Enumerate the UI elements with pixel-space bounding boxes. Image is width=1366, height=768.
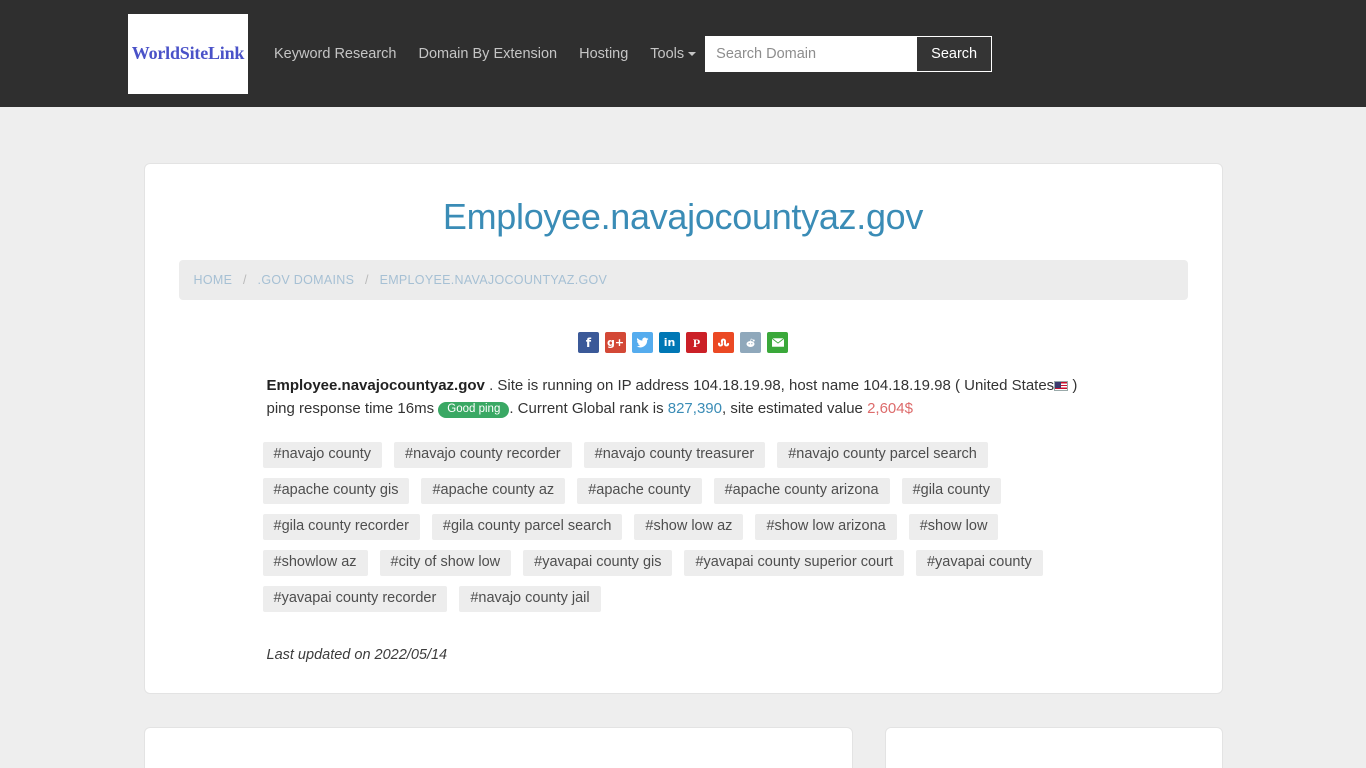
description-domain-name: Employee.navajocountyaz.gov <box>266 377 485 394</box>
breadcrumb-separator: / <box>365 273 369 287</box>
estimated-value: 2,604$ <box>867 399 913 417</box>
tag-item[interactable]: #yavapai county <box>915 550 1043 576</box>
tag-item[interactable]: #gila county parcel search <box>431 514 623 540</box>
tag-item[interactable]: #apache county az <box>421 478 566 504</box>
linkedin-share-icon[interactable]: in <box>659 332 680 353</box>
tag-item[interactable]: #navajo county parcel search <box>777 442 988 468</box>
secondary-card-right <box>885 727 1223 768</box>
breadcrumb-item-home[interactable]: HOME <box>194 273 233 287</box>
description-part-3: . Current Global rank is <box>509 399 668 417</box>
email-share-icon[interactable] <box>767 332 788 353</box>
nav-item-domain-by-extension[interactable]: Domain By Extension <box>419 46 558 62</box>
chevron-down-icon <box>688 51 697 56</box>
tag-item[interactable]: #yavapai county gis <box>523 550 673 576</box>
stumbleupon-glyph <box>718 338 730 346</box>
reddit-share-icon[interactable] <box>740 332 761 353</box>
tag-item[interactable]: #yavapai county superior court <box>684 550 904 576</box>
tag-item[interactable]: #gila county recorder <box>262 514 420 540</box>
description-part-1: . Site is running on IP address 104.18.1… <box>484 377 1055 394</box>
page-title: Employee.navajocountyaz.gov <box>442 196 924 237</box>
logo-text: WorldSiteLink <box>131 43 245 63</box>
global-rank-link[interactable]: 827,390 <box>668 400 722 417</box>
ping-status-badge: Good ping <box>438 401 510 418</box>
page-body: Employee.navajocountyaz.gov HOME / .GOV … <box>0 107 1366 768</box>
twitter-bird-glyph <box>636 337 649 348</box>
googleplus-share-icon[interactable]: g+ <box>605 332 626 353</box>
nav-item-hosting[interactable]: Hosting <box>579 46 628 62</box>
tag-item[interactable]: #navajo county recorder <box>394 442 572 468</box>
tag-item[interactable]: #show low arizona <box>755 514 897 540</box>
secondary-cards-row <box>143 727 1223 768</box>
site-header: WorldSiteLink Keyword Research Domain By… <box>0 0 1366 107</box>
nav-item-tools[interactable]: Tools <box>650 45 697 62</box>
tag-item[interactable]: #city of show low <box>379 550 512 576</box>
search-button[interactable]: Search <box>917 35 993 72</box>
reddit-alien-glyph <box>746 338 755 347</box>
search-input[interactable] <box>705 35 918 72</box>
secondary-card-left <box>143 727 854 768</box>
facebook-share-icon[interactable]: f <box>578 332 599 353</box>
nav-item-tools-label: Tools <box>650 45 685 62</box>
tag-item[interactable]: #navajo county treasurer <box>583 442 766 468</box>
keyword-tag-list: #navajo county #navajo county recorder #… <box>179 442 1188 612</box>
domain-description: Employee.navajocountyaz.gov . Site is ru… <box>179 375 1188 420</box>
stumbleupon-share-icon[interactable] <box>713 332 734 353</box>
tag-item[interactable]: #gila county <box>901 478 1001 504</box>
tag-item[interactable]: #show low <box>908 514 999 540</box>
tag-item[interactable]: #apache county gis <box>262 478 410 504</box>
tag-item[interactable]: #yavapai county recorder <box>262 586 448 612</box>
description-part-4: , site estimated value <box>721 399 868 417</box>
tag-item[interactable]: #showlow az <box>262 550 368 576</box>
nav-item-keyword-research[interactable]: Keyword Research <box>274 46 397 62</box>
social-share-bar: f g+ in P <box>179 332 1188 353</box>
tag-item[interactable]: #apache county <box>577 478 702 504</box>
domain-info-card: Employee.navajocountyaz.gov HOME / .GOV … <box>143 163 1223 694</box>
tag-item[interactable]: #navajo county jail <box>459 586 601 612</box>
breadcrumb-item-gov-domains[interactable]: .GOV DOMAINS <box>258 273 355 287</box>
twitter-share-icon[interactable] <box>632 332 653 353</box>
main-navigation: Keyword Research Domain By Extension Hos… <box>274 45 697 62</box>
tag-item[interactable]: #show low az <box>634 514 744 540</box>
site-logo[interactable]: WorldSiteLink <box>128 13 248 94</box>
envelope-glyph <box>770 337 785 348</box>
last-updated-text: Last updated on 2022/05/14 <box>266 647 448 663</box>
search-form: Search <box>705 35 993 72</box>
us-flag-icon <box>1054 381 1069 391</box>
pinterest-share-icon[interactable]: P <box>686 332 707 353</box>
breadcrumb: HOME / .GOV DOMAINS / EMPLOYEE.NAVAJOCOU… <box>178 260 1188 300</box>
breadcrumb-item-current: EMPLOYEE.NAVAJOCOUNTYAZ.GOV <box>379 273 608 287</box>
breadcrumb-separator: / <box>242 273 247 287</box>
tag-item[interactable]: #apache county arizona <box>713 478 890 504</box>
tag-item[interactable]: #navajo county <box>262 442 383 468</box>
